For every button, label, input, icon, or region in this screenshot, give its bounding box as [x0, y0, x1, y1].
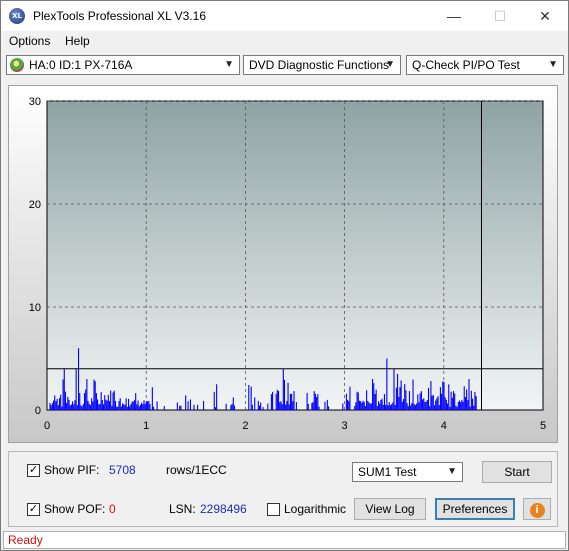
y-tick-label: 30 [29, 96, 41, 108]
status-text: Ready [8, 533, 43, 547]
info-button[interactable]: i [523, 498, 551, 520]
minimize-button[interactable]: — [431, 1, 477, 31]
chevron-down-icon: ▼ [224, 59, 234, 70]
show-pof-label: Show POF: [44, 502, 106, 516]
x-tick-label: 1 [143, 420, 149, 432]
x-tick-label: 0 [44, 420, 50, 432]
info-icon: i [529, 503, 545, 518]
lsn-value: 2298496 [200, 502, 247, 516]
sum-test-select[interactable]: SUM1 Test ▼ [352, 462, 463, 482]
preferences-button[interactable]: Preferences [435, 498, 515, 520]
lsn-label: LSN: [169, 502, 196, 516]
chevron-down-icon: ▼ [548, 59, 558, 70]
function-select-value: DVD Diagnostic Functions [249, 58, 390, 72]
pif-unit: rows/1ECC [166, 463, 227, 477]
plot-area [46, 100, 544, 411]
view-log-button[interactable]: View Log [354, 498, 426, 520]
pi-po-chart: 0 1 2 3 4 5 0 10 20 30 [29, 96, 546, 432]
sum-test-select-value: SUM1 Test [358, 465, 417, 479]
test-type-select[interactable]: Q-Check PI/PO Test ▼ [406, 55, 564, 75]
logarithmic-label: Logarithmic [284, 502, 347, 516]
chevron-down-icon: ▼ [447, 466, 457, 477]
x-tick-label: 4 [441, 420, 447, 432]
close-button[interactable]: ✕ [522, 1, 568, 31]
pof-value: 0 [109, 502, 116, 516]
app-window: XL PlexTools Professional XL V3.16 — ☐ ✕… [0, 0, 569, 551]
show-pof-checkbox[interactable]: ✓ [27, 503, 40, 516]
x-tick-label: 5 [540, 420, 546, 432]
show-pif-checkbox[interactable]: ✓ [27, 464, 40, 477]
drive-select[interactable]: HA:0 ID:1 PX-716A ▼ [6, 55, 240, 75]
window-title: PlexTools Professional XL V3.16 [33, 9, 206, 23]
drive-icon [10, 58, 24, 72]
pif-value: 5708 [109, 463, 136, 477]
status-bar: Ready [3, 531, 566, 549]
chevron-down-icon: ▼ [385, 59, 395, 70]
y-tick-label: 20 [29, 199, 41, 211]
app-logo-icon: XL [9, 8, 25, 24]
maximize-button[interactable]: ☐ [477, 1, 523, 31]
menu-bar: Options Help [1, 31, 568, 51]
x-tick-label: 2 [242, 420, 248, 432]
test-type-select-value: Q-Check PI/PO Test [412, 58, 520, 72]
drive-select-value: HA:0 ID:1 PX-716A [29, 58, 133, 72]
start-button[interactable]: Start [482, 461, 552, 483]
y-tick-label: 0 [35, 405, 41, 417]
menu-options[interactable]: Options [9, 34, 50, 48]
show-pif-label: Show PIF: [44, 463, 100, 477]
function-select[interactable]: DVD Diagnostic Functions ▼ [243, 55, 401, 75]
x-tick-label: 3 [342, 420, 348, 432]
chart-frame: 0 1 2 3 4 5 0 10 20 30 [8, 85, 558, 443]
logarithmic-checkbox[interactable] [267, 503, 280, 516]
title-bar: XL PlexTools Professional XL V3.16 — ☐ ✕ [1, 1, 568, 31]
y-tick-label: 10 [29, 302, 41, 314]
menu-help[interactable]: Help [65, 34, 90, 48]
results-panel: ✓ Show PIF: 5708 rows/1ECC ✓ Show POF: 0… [8, 451, 558, 527]
